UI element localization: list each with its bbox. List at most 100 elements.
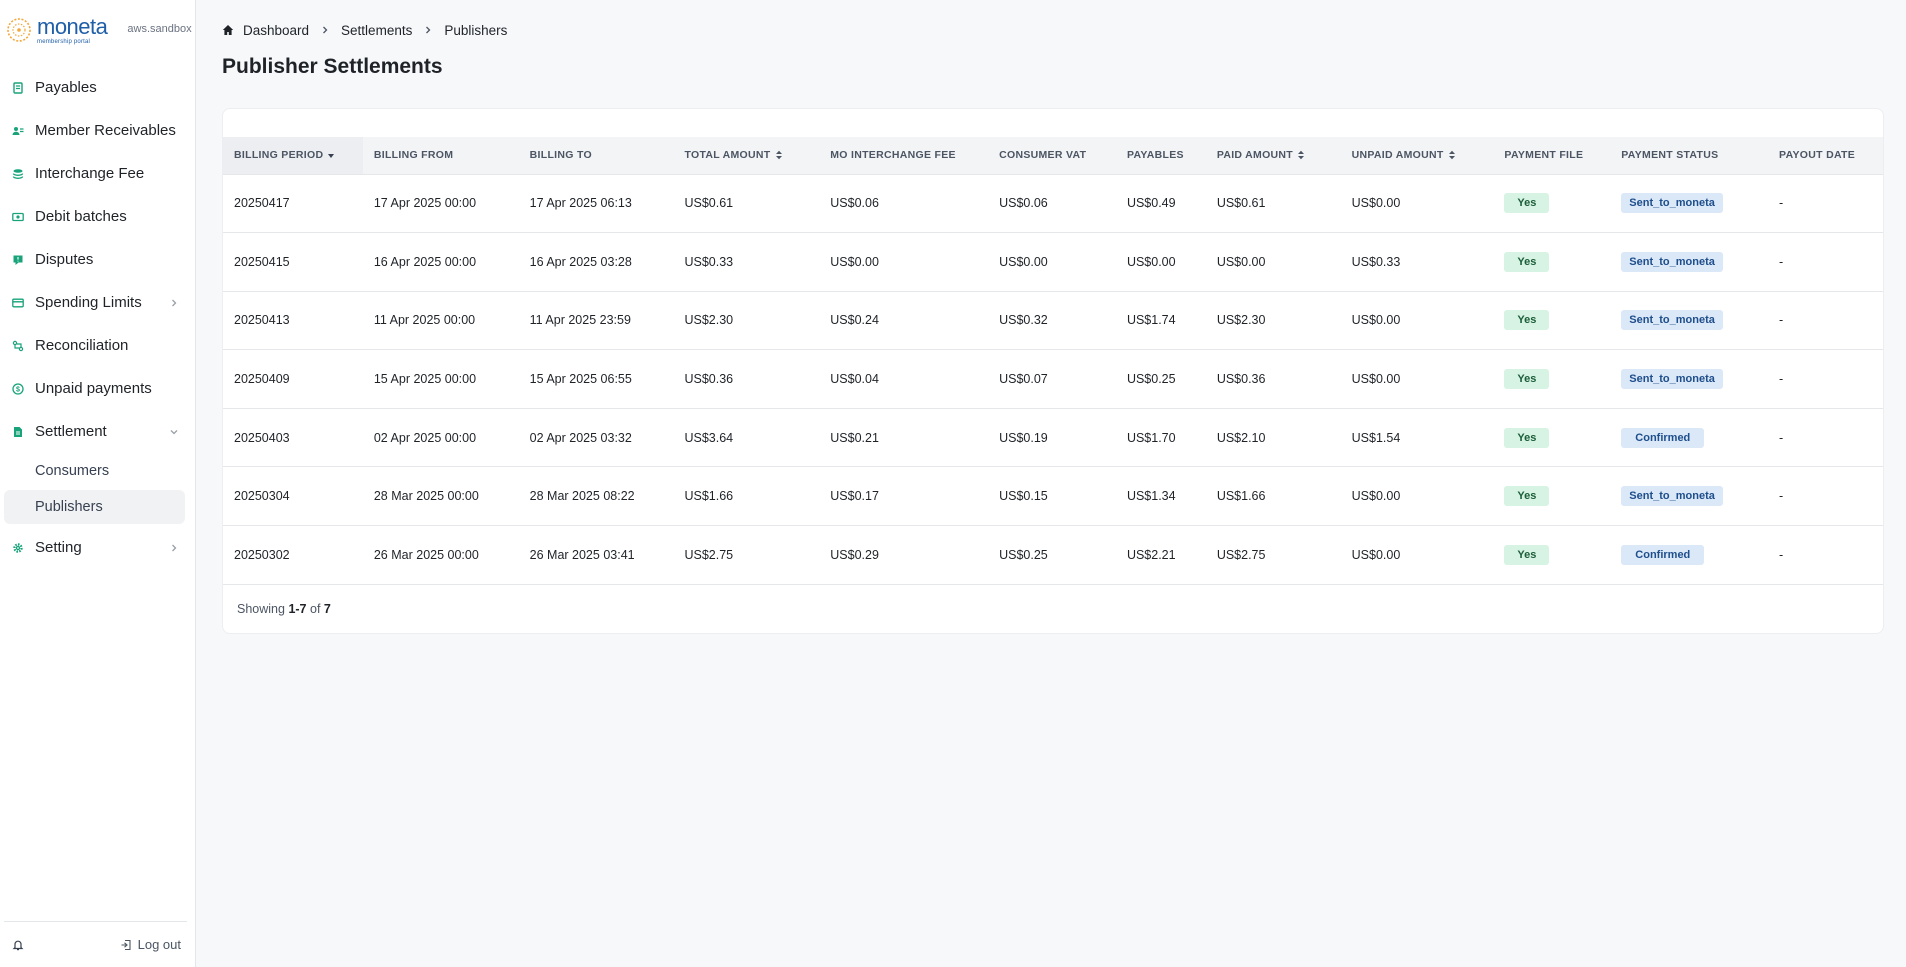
- cell-billing-from: 17 Apr 2025 00:00: [362, 174, 519, 234]
- alert-icon: [12, 254, 24, 266]
- chevron-right-icon: [323, 26, 328, 34]
- cell-payment-status: Sent_to_moneta: [1610, 232, 1769, 292]
- main-content: Dashboard Settlements Publishers Publish…: [222, 0, 1884, 634]
- cell-value: 15 Apr 2025 06:55: [529, 372, 632, 387]
- cell-billing-to: 26 Mar 2025 03:41: [518, 525, 674, 585]
- table-body: 20250417 17 Apr 2025 00:00 17 Apr 2025 06:…: [223, 174, 1883, 585]
- sidebar-item-label: Member Receivables: [35, 122, 176, 139]
- cell-payables: US$1.74: [1115, 291, 1206, 351]
- breadcrumb-dashboard[interactable]: Dashboard: [243, 23, 309, 38]
- cell-value: US$0.25: [999, 547, 1048, 562]
- cell-total-amount: US$0.61: [673, 174, 820, 234]
- cell-billing-to: 15 Apr 2025 06:55: [518, 349, 674, 409]
- cell-value: US$1.66: [684, 489, 734, 504]
- cell-value: US$0.00: [1351, 547, 1401, 562]
- chevron-right-icon: [426, 26, 431, 34]
- breadcrumb-settlements[interactable]: Settlements: [341, 23, 412, 38]
- breadcrumb-publishers: Publishers: [444, 22, 508, 38]
- cell-payables: US$1.34: [1115, 466, 1206, 527]
- bell-icon[interactable]: [12, 939, 24, 951]
- sort-icon: [1448, 151, 1455, 160]
- cell-payment-status: Sent_to_moneta: [1610, 291, 1769, 351]
- cash-icon: [12, 211, 24, 223]
- table-row[interactable]: 20250304 28 Mar 2025 00:00 28 Mar 2025 08:…: [223, 466, 1883, 527]
- cell-consumer-vat: US$0.00: [988, 232, 1116, 292]
- cell-paid-amount: US$2.75: [1205, 525, 1341, 585]
- sidebar-item-disputes[interactable]: Disputes: [0, 238, 195, 281]
- table-row[interactable]: 20250409 15 Apr 2025 00:00 15 Apr 2025 06:…: [223, 349, 1883, 409]
- sidebar-item-unpaid-payments[interactable]: $ Unpaid payments: [0, 367, 195, 410]
- sidebar-item-reconciliation[interactable]: Reconciliation: [0, 324, 195, 367]
- cell-value: US$1.54: [1351, 430, 1401, 445]
- sidebar-item-spending-limits[interactable]: Spending Limits: [0, 281, 195, 324]
- sidebar-item-debit-batches[interactable]: Debit batches: [0, 195, 195, 238]
- cell-payout-date: -: [1768, 174, 1883, 234]
- cell-paid-amount: US$0.61: [1205, 174, 1341, 234]
- cell-value: 20250417: [234, 196, 290, 211]
- cell-value: 16 Apr 2025 00:00: [373, 254, 477, 269]
- table-row[interactable]: 20250403 02 Apr 2025 00:00 02 Apr 2025 03:…: [223, 408, 1883, 468]
- cell-value: US$0.00: [999, 254, 1048, 269]
- logout-icon: [121, 939, 131, 950]
- cell-consumer-vat: US$0.19: [988, 408, 1116, 468]
- cell-value: US$2.10: [1216, 430, 1266, 445]
- logout-button[interactable]: Log out: [120, 937, 181, 952]
- table-row[interactable]: 20250413 11 Apr 2025 00:00 11 Apr 2025 23:…: [223, 291, 1883, 351]
- column-header-billing-period[interactable]: BILLING PERIOD: [223, 137, 363, 175]
- cell-value: US$0.00: [1351, 313, 1401, 328]
- cell-value: 11 Apr 2025 23:59: [529, 313, 631, 328]
- table-row[interactable]: 20250415 16 Apr 2025 00:00 16 Apr 2025 03:…: [223, 232, 1883, 292]
- home-icon[interactable]: [222, 24, 234, 36]
- cell-value: US$0.04: [830, 372, 879, 387]
- cell-consumer-vat: US$0.25: [988, 525, 1116, 585]
- sidebar-item-label: Spending Limits: [35, 294, 142, 311]
- cell-payout-date: -: [1768, 525, 1883, 585]
- sidebar-item-member-receivables[interactable]: Member Receivables: [0, 109, 195, 152]
- sidebar-item-payables[interactable]: Payables: [0, 66, 195, 109]
- column-header-unpaid-amount[interactable]: UNPAID AMOUNT: [1340, 137, 1494, 175]
- sidebar-item-settlement[interactable]: Settlement: [0, 410, 195, 453]
- cell-unpaid-amount: US$0.00: [1340, 466, 1494, 527]
- cell-mo-interchange-fee: US$0.17: [819, 466, 989, 527]
- status-badge: Sent_to_moneta: [1621, 486, 1723, 507]
- breadcrumb: Dashboard Settlements Publishers: [222, 0, 1884, 60]
- cell-value: US$0.07: [999, 372, 1048, 387]
- cell-value: US$0.06: [999, 196, 1048, 211]
- payment-file-badge: Yes: [1504, 310, 1550, 331]
- sidebar-item-interchange-fee[interactable]: Interchange Fee: [0, 152, 195, 195]
- cell-payables: US$0.25: [1115, 349, 1206, 409]
- sidebar-subitem-publishers[interactable]: Publishers: [4, 490, 185, 524]
- cell-value: 20250415: [234, 254, 290, 269]
- column-header-paid-amount[interactable]: PAID AMOUNT: [1205, 137, 1341, 175]
- brand-tagline: membership portal: [37, 38, 91, 45]
- cell-total-amount: US$1.66: [673, 466, 820, 527]
- column-header-total-amount[interactable]: TOTAL AMOUNT: [673, 137, 820, 175]
- sidebar-item-label: Interchange Fee: [35, 165, 145, 182]
- cell-paid-amount: US$2.10: [1205, 408, 1341, 468]
- cell-payables: US$0.00: [1115, 232, 1206, 292]
- table-header-row: BILLING PERIOD BILLING FROM BILLING TO T…: [223, 137, 1883, 175]
- cell-payment-status: Confirmed: [1610, 408, 1769, 468]
- cell-payment-file: Yes: [1493, 174, 1611, 234]
- status-badge: Sent_to_moneta: [1621, 310, 1723, 331]
- status-badge: Sent_to_moneta: [1621, 193, 1723, 214]
- cell-billing-from: 28 Mar 2025 00:00: [362, 466, 519, 527]
- cell-value: US$0.17: [830, 489, 879, 504]
- cell-value: 28 Mar 2025 08:22: [529, 489, 635, 504]
- chevron-right-icon: [172, 299, 177, 306]
- table-row[interactable]: 20250302 26 Mar 2025 00:00 26 Mar 2025 03:…: [223, 525, 1883, 585]
- brand[interactable]: moneta membership portal aws.sandbox: [0, 0, 195, 60]
- sort-icon: [775, 151, 782, 160]
- cell-mo-interchange-fee: US$0.29: [819, 525, 989, 585]
- sidebar-subitem-consumers[interactable]: Consumers: [4, 454, 185, 488]
- gear-icon: [12, 542, 24, 554]
- column-header-mo-interchange-fee: MO INTERCHANGE FEE: [819, 137, 989, 175]
- cell-payment-status: Confirmed: [1610, 525, 1769, 585]
- chevron-right-icon: [172, 544, 177, 551]
- cell-value: US$0.00: [1351, 196, 1401, 211]
- sidebar-item-label: Reconciliation: [35, 337, 129, 354]
- table-row[interactable]: 20250417 17 Apr 2025 00:00 17 Apr 2025 06:…: [223, 174, 1883, 234]
- sidebar-item-setting[interactable]: Setting: [0, 526, 195, 569]
- cell-billing-from: 11 Apr 2025 00:00: [362, 291, 519, 351]
- status-badge: Confirmed: [1621, 427, 1705, 448]
